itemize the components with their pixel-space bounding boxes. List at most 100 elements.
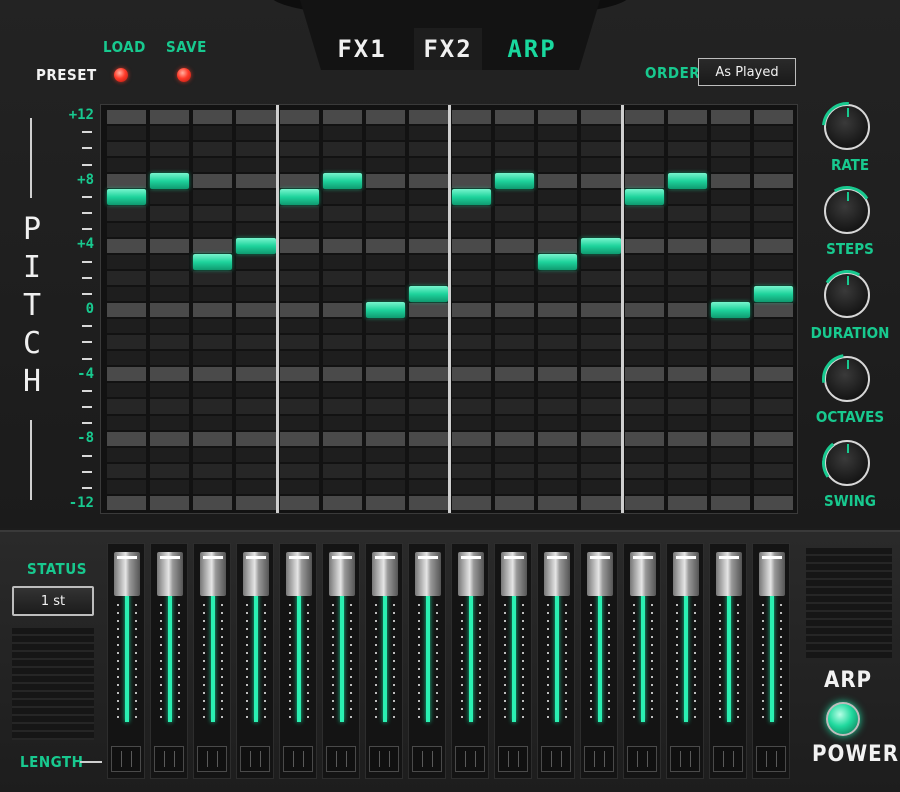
grid-cell[interactable]	[667, 447, 707, 462]
grid-cell[interactable]	[452, 302, 492, 318]
grid-cell[interactable]	[753, 463, 793, 478]
grid-cell[interactable]	[667, 495, 707, 510]
grid-cell[interactable]	[236, 302, 276, 318]
grid-cell[interactable]	[107, 158, 147, 173]
grid-cell[interactable]	[236, 270, 276, 285]
fader-handle[interactable]	[458, 552, 484, 596]
grid-cell[interactable]	[624, 302, 664, 318]
grid-cell[interactable]	[279, 335, 319, 350]
grid-cell[interactable]	[452, 415, 492, 430]
grid-cell[interactable]	[495, 238, 535, 253]
knob-octaves[interactable]	[812, 344, 882, 414]
grid-cell[interactable]	[667, 222, 707, 237]
grid-cell[interactable]	[322, 447, 362, 462]
grid-cell[interactable]	[667, 335, 707, 350]
grid-cell[interactable]	[150, 222, 190, 237]
grid-cell[interactable]	[538, 174, 578, 189]
grid-cell[interactable]	[279, 126, 319, 141]
grid-cell[interactable]	[408, 383, 448, 398]
grid-cell[interactable]	[279, 110, 319, 125]
tab-fx2[interactable]: FX2	[414, 28, 482, 70]
grid-cell[interactable]	[581, 270, 621, 285]
grid-cell[interactable]	[667, 431, 707, 446]
grid-cell[interactable]	[710, 206, 750, 221]
grid-cell[interactable]	[279, 142, 319, 157]
grid-cell[interactable]	[236, 447, 276, 462]
fader-handle[interactable]	[415, 552, 441, 596]
grid-cell[interactable]	[581, 158, 621, 173]
grid-cell[interactable]	[495, 495, 535, 510]
grid-cell[interactable]	[667, 415, 707, 430]
grid-cell[interactable]	[710, 270, 750, 285]
grid-cell[interactable]	[408, 302, 448, 318]
grid-cell[interactable]	[236, 479, 276, 494]
grid-cell[interactable]	[753, 495, 793, 510]
grid-cell[interactable]	[538, 383, 578, 398]
grid-cell[interactable]	[753, 367, 793, 382]
grid-cell[interactable]	[279, 319, 319, 334]
grid-cell[interactable]	[279, 399, 319, 414]
grid-cell[interactable]	[624, 142, 664, 157]
grid-cell[interactable]	[279, 206, 319, 221]
length-step[interactable]	[154, 746, 184, 772]
status-field[interactable]: 1 st	[12, 586, 94, 616]
grid-cell[interactable]	[279, 431, 319, 446]
grid-cell[interactable]	[193, 431, 233, 446]
grid-cell[interactable]	[150, 415, 190, 430]
grid-cell[interactable]	[710, 399, 750, 414]
grid-cell[interactable]	[753, 383, 793, 398]
grid-cell[interactable]	[408, 158, 448, 173]
grid-cell[interactable]	[753, 302, 793, 318]
grid-cell[interactable]	[667, 351, 707, 366]
grid-cell[interactable]	[322, 206, 362, 221]
grid-cell[interactable]	[365, 431, 405, 446]
grid-cell[interactable]	[538, 399, 578, 414]
grid-cell[interactable]	[150, 383, 190, 398]
grid-cell[interactable]	[538, 222, 578, 237]
grid-cell[interactable]	[667, 206, 707, 221]
grid-cell[interactable]	[710, 158, 750, 173]
grid-cell[interactable]	[150, 479, 190, 494]
grid-cell[interactable]	[150, 335, 190, 350]
grid-cell[interactable]	[452, 447, 492, 462]
grid-cell[interactable]	[495, 286, 535, 301]
grid-cell[interactable]	[322, 495, 362, 510]
load-button[interactable]	[114, 68, 128, 82]
grid-cell[interactable]	[624, 206, 664, 221]
grid-cell[interactable]	[495, 335, 535, 350]
length-step[interactable]	[369, 746, 399, 772]
grid-cell[interactable]	[753, 479, 793, 494]
grid-cell[interactable]	[408, 319, 448, 334]
knob-duration[interactable]	[816, 264, 878, 326]
grid-cell[interactable]	[667, 254, 707, 269]
grid-cell[interactable]	[365, 174, 405, 189]
step-note[interactable]	[581, 237, 621, 254]
grid-cell[interactable]	[452, 431, 492, 446]
grid-cell[interactable]	[452, 142, 492, 157]
grid-cell[interactable]	[107, 447, 147, 462]
grid-cell[interactable]	[624, 495, 664, 510]
grid-cell[interactable]	[107, 367, 147, 382]
grid-cell[interactable]	[236, 222, 276, 237]
arp-power-button[interactable]	[826, 702, 860, 736]
grid-cell[interactable]	[753, 351, 793, 366]
grid-cell[interactable]	[408, 447, 448, 462]
grid-cell[interactable]	[452, 254, 492, 269]
length-step[interactable]	[326, 746, 356, 772]
grid-cell[interactable]	[452, 110, 492, 125]
grid-cell[interactable]	[452, 383, 492, 398]
grid-cell[interactable]	[193, 222, 233, 237]
grid-cell[interactable]	[107, 142, 147, 157]
grid-cell[interactable]	[710, 335, 750, 350]
grid-cell[interactable]	[365, 495, 405, 510]
grid-cell[interactable]	[710, 447, 750, 462]
grid-cell[interactable]	[753, 158, 793, 173]
fader-handle[interactable]	[157, 552, 183, 596]
grid-cell[interactable]	[624, 319, 664, 334]
grid-cell[interactable]	[710, 238, 750, 253]
grid-cell[interactable]	[150, 206, 190, 221]
grid-cell[interactable]	[710, 415, 750, 430]
grid-cell[interactable]	[193, 110, 233, 125]
step-note[interactable]	[538, 253, 578, 270]
grid-cell[interactable]	[193, 319, 233, 334]
